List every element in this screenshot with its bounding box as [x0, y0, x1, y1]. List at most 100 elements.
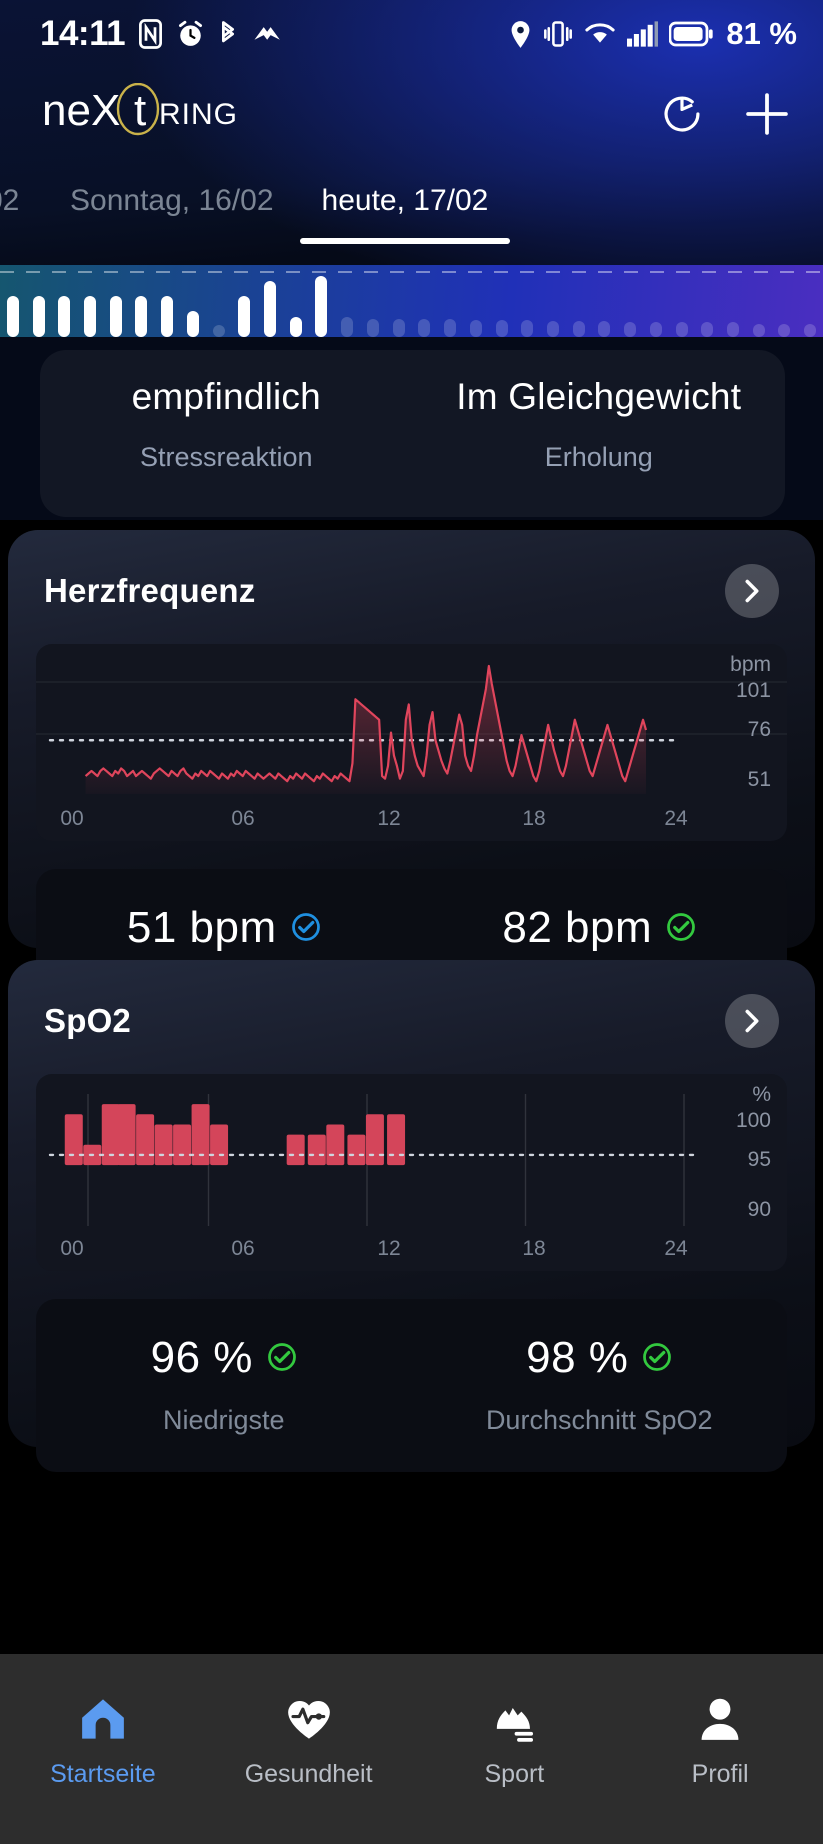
- svg-text:t: t: [134, 86, 146, 135]
- wifi-icon: [584, 21, 616, 47]
- heart-rate-title: Herzfrequenz: [44, 572, 255, 610]
- alarm-icon: [176, 20, 205, 49]
- check-circle-icon: [666, 903, 696, 953]
- chevron-right-icon[interactable]: [725, 564, 779, 618]
- lowest-spo2-stat: 96 % Niedrigste: [36, 1333, 412, 1436]
- stress-card[interactable]: empfindlich Stressreaktion Im Gleichgewi…: [40, 350, 785, 517]
- spo2-bar: [65, 1114, 83, 1165]
- lowest-spo2-label: Niedrigste: [36, 1405, 412, 1436]
- spo2-xtick-24: 24: [664, 1237, 687, 1261]
- dnd-icon: [251, 21, 281, 47]
- recovery-column: Im Gleichgewicht Erholung: [413, 376, 786, 517]
- stress-bar: [778, 324, 790, 337]
- heart-rate-card[interactable]: Herzfrequenz bpm 101 76 51 00 06 12 18 2…: [8, 530, 815, 948]
- bottom-navigation: Startseite Gesundheit Sport Profil: [0, 1654, 823, 1844]
- stress-bar: [7, 296, 19, 337]
- plus-icon[interactable]: [741, 88, 793, 140]
- date-tab-sunday[interactable]: Sonntag, 16/02: [70, 168, 274, 218]
- svg-text:RING: RING: [159, 98, 238, 131]
- stress-bar: [701, 322, 713, 337]
- spo2-bar: [366, 1114, 384, 1165]
- location-icon: [509, 20, 532, 49]
- home-icon: [0, 1690, 206, 1748]
- stress-bar: [496, 320, 508, 337]
- heart-pulse-icon: [206, 1690, 412, 1748]
- stress-bar: [161, 296, 173, 337]
- stress-bar: [84, 296, 96, 337]
- heart-rate-card-header: Herzfrequenz: [8, 530, 815, 618]
- spo2-bar: [287, 1135, 305, 1165]
- stress-bar: [264, 281, 276, 337]
- battery-icon: [669, 21, 713, 47]
- nav-item-home[interactable]: Startseite: [0, 1690, 206, 1789]
- battery-percent: 81 %: [726, 16, 797, 52]
- app-logo: neX t RING: [42, 89, 292, 139]
- spo2-bar: [210, 1124, 228, 1165]
- stress-bar: [624, 322, 636, 337]
- spo2-xtick-0: 00: [60, 1237, 83, 1261]
- heart-rate-x-axis: 00 06 12 18 24: [36, 807, 787, 833]
- stress-reaction-label: Stressreaktion: [40, 442, 413, 473]
- heart-rate-xtick-6: 06: [231, 807, 254, 831]
- stress-bar: [470, 320, 482, 337]
- stress-reaction-column: empfindlich Stressreaktion: [40, 376, 413, 517]
- date-tab-prev[interactable]: 02: [0, 168, 42, 218]
- spo2-card[interactable]: SpO2 % 100 95 90 00 06 12 18 24 96 %: [8, 960, 815, 1447]
- spo2-x-axis: 00 06 12 18 24: [36, 1237, 787, 1263]
- stress-bar: [213, 325, 225, 337]
- nav-label-sport: Sport: [412, 1760, 618, 1789]
- stress-bar: [573, 321, 585, 337]
- date-tab-today[interactable]: heute, 17/02: [322, 168, 489, 218]
- stress-bar: [650, 322, 662, 337]
- stress-bar: [315, 276, 327, 337]
- spo2-bar: [155, 1124, 173, 1165]
- nfc-icon: [137, 19, 164, 49]
- spo2-bar: [347, 1135, 365, 1165]
- check-circle-icon: [267, 1333, 297, 1383]
- stress-bar: [418, 319, 430, 337]
- nav-item-profile[interactable]: Profil: [617, 1690, 823, 1789]
- stress-bar: [135, 296, 147, 337]
- heart-rate-y-axis: bpm 101: [730, 652, 771, 705]
- stress-bar: [341, 317, 353, 337]
- active-tab-indicator: [300, 238, 511, 244]
- heart-rate-chart: bpm 101 76 51 00 06 12 18 24: [36, 644, 787, 841]
- nav-label-health: Gesundheit: [206, 1760, 412, 1789]
- sync-icon[interactable]: [657, 89, 707, 139]
- spo2-stats: 96 % Niedrigste 98 % Durchschnitt SpO2: [36, 1299, 787, 1472]
- date-tabs: 02 Sonntag, 16/02 heute, 17/02: [0, 168, 823, 263]
- status-bar-right: 81 %: [509, 16, 797, 52]
- person-icon: [617, 1690, 823, 1748]
- nav-label-home: Startseite: [0, 1760, 206, 1789]
- lowest-spo2-value: 96 %: [151, 1333, 253, 1383]
- average-hr-value: 82 bpm: [502, 903, 652, 953]
- stress-bar: [238, 296, 250, 337]
- stress-bar: [547, 321, 559, 337]
- status-time: 14:11: [40, 14, 125, 54]
- stress-bar: [187, 311, 199, 337]
- stress-bar: [58, 296, 70, 337]
- resting-hr-value: 51 bpm: [127, 903, 277, 953]
- nav-item-health[interactable]: Gesundheit: [206, 1690, 412, 1789]
- spo2-xtick-18: 18: [522, 1237, 545, 1261]
- spo2-bar: [173, 1124, 191, 1165]
- stress-strip: [0, 265, 823, 337]
- stress-bar: [753, 324, 765, 337]
- stress-bar: [110, 296, 122, 337]
- heart-rate-unit-label: bpm: [730, 652, 771, 678]
- spo2-xtick-6: 06: [231, 1237, 254, 1261]
- stress-bar: [33, 296, 45, 337]
- chevron-right-icon[interactable]: [725, 994, 779, 1048]
- spo2-ytick-min: 90: [748, 1198, 771, 1222]
- stress-bar: [444, 319, 456, 337]
- resting-hr-value-row: 51 bpm: [127, 903, 321, 953]
- stress-bar: [393, 319, 405, 337]
- heart-rate-xtick-12: 12: [377, 807, 400, 831]
- spo2-card-header: SpO2: [8, 960, 815, 1048]
- nav-item-sport[interactable]: Sport: [412, 1690, 618, 1789]
- status-bar: 14:11 81 %: [0, 0, 823, 68]
- lowest-spo2-value-row: 96 %: [151, 1333, 297, 1383]
- svg-text:neX: neX: [42, 86, 120, 135]
- app-bar: neX t RING: [0, 68, 823, 160]
- spo2-y-axis: % 100: [736, 1082, 771, 1135]
